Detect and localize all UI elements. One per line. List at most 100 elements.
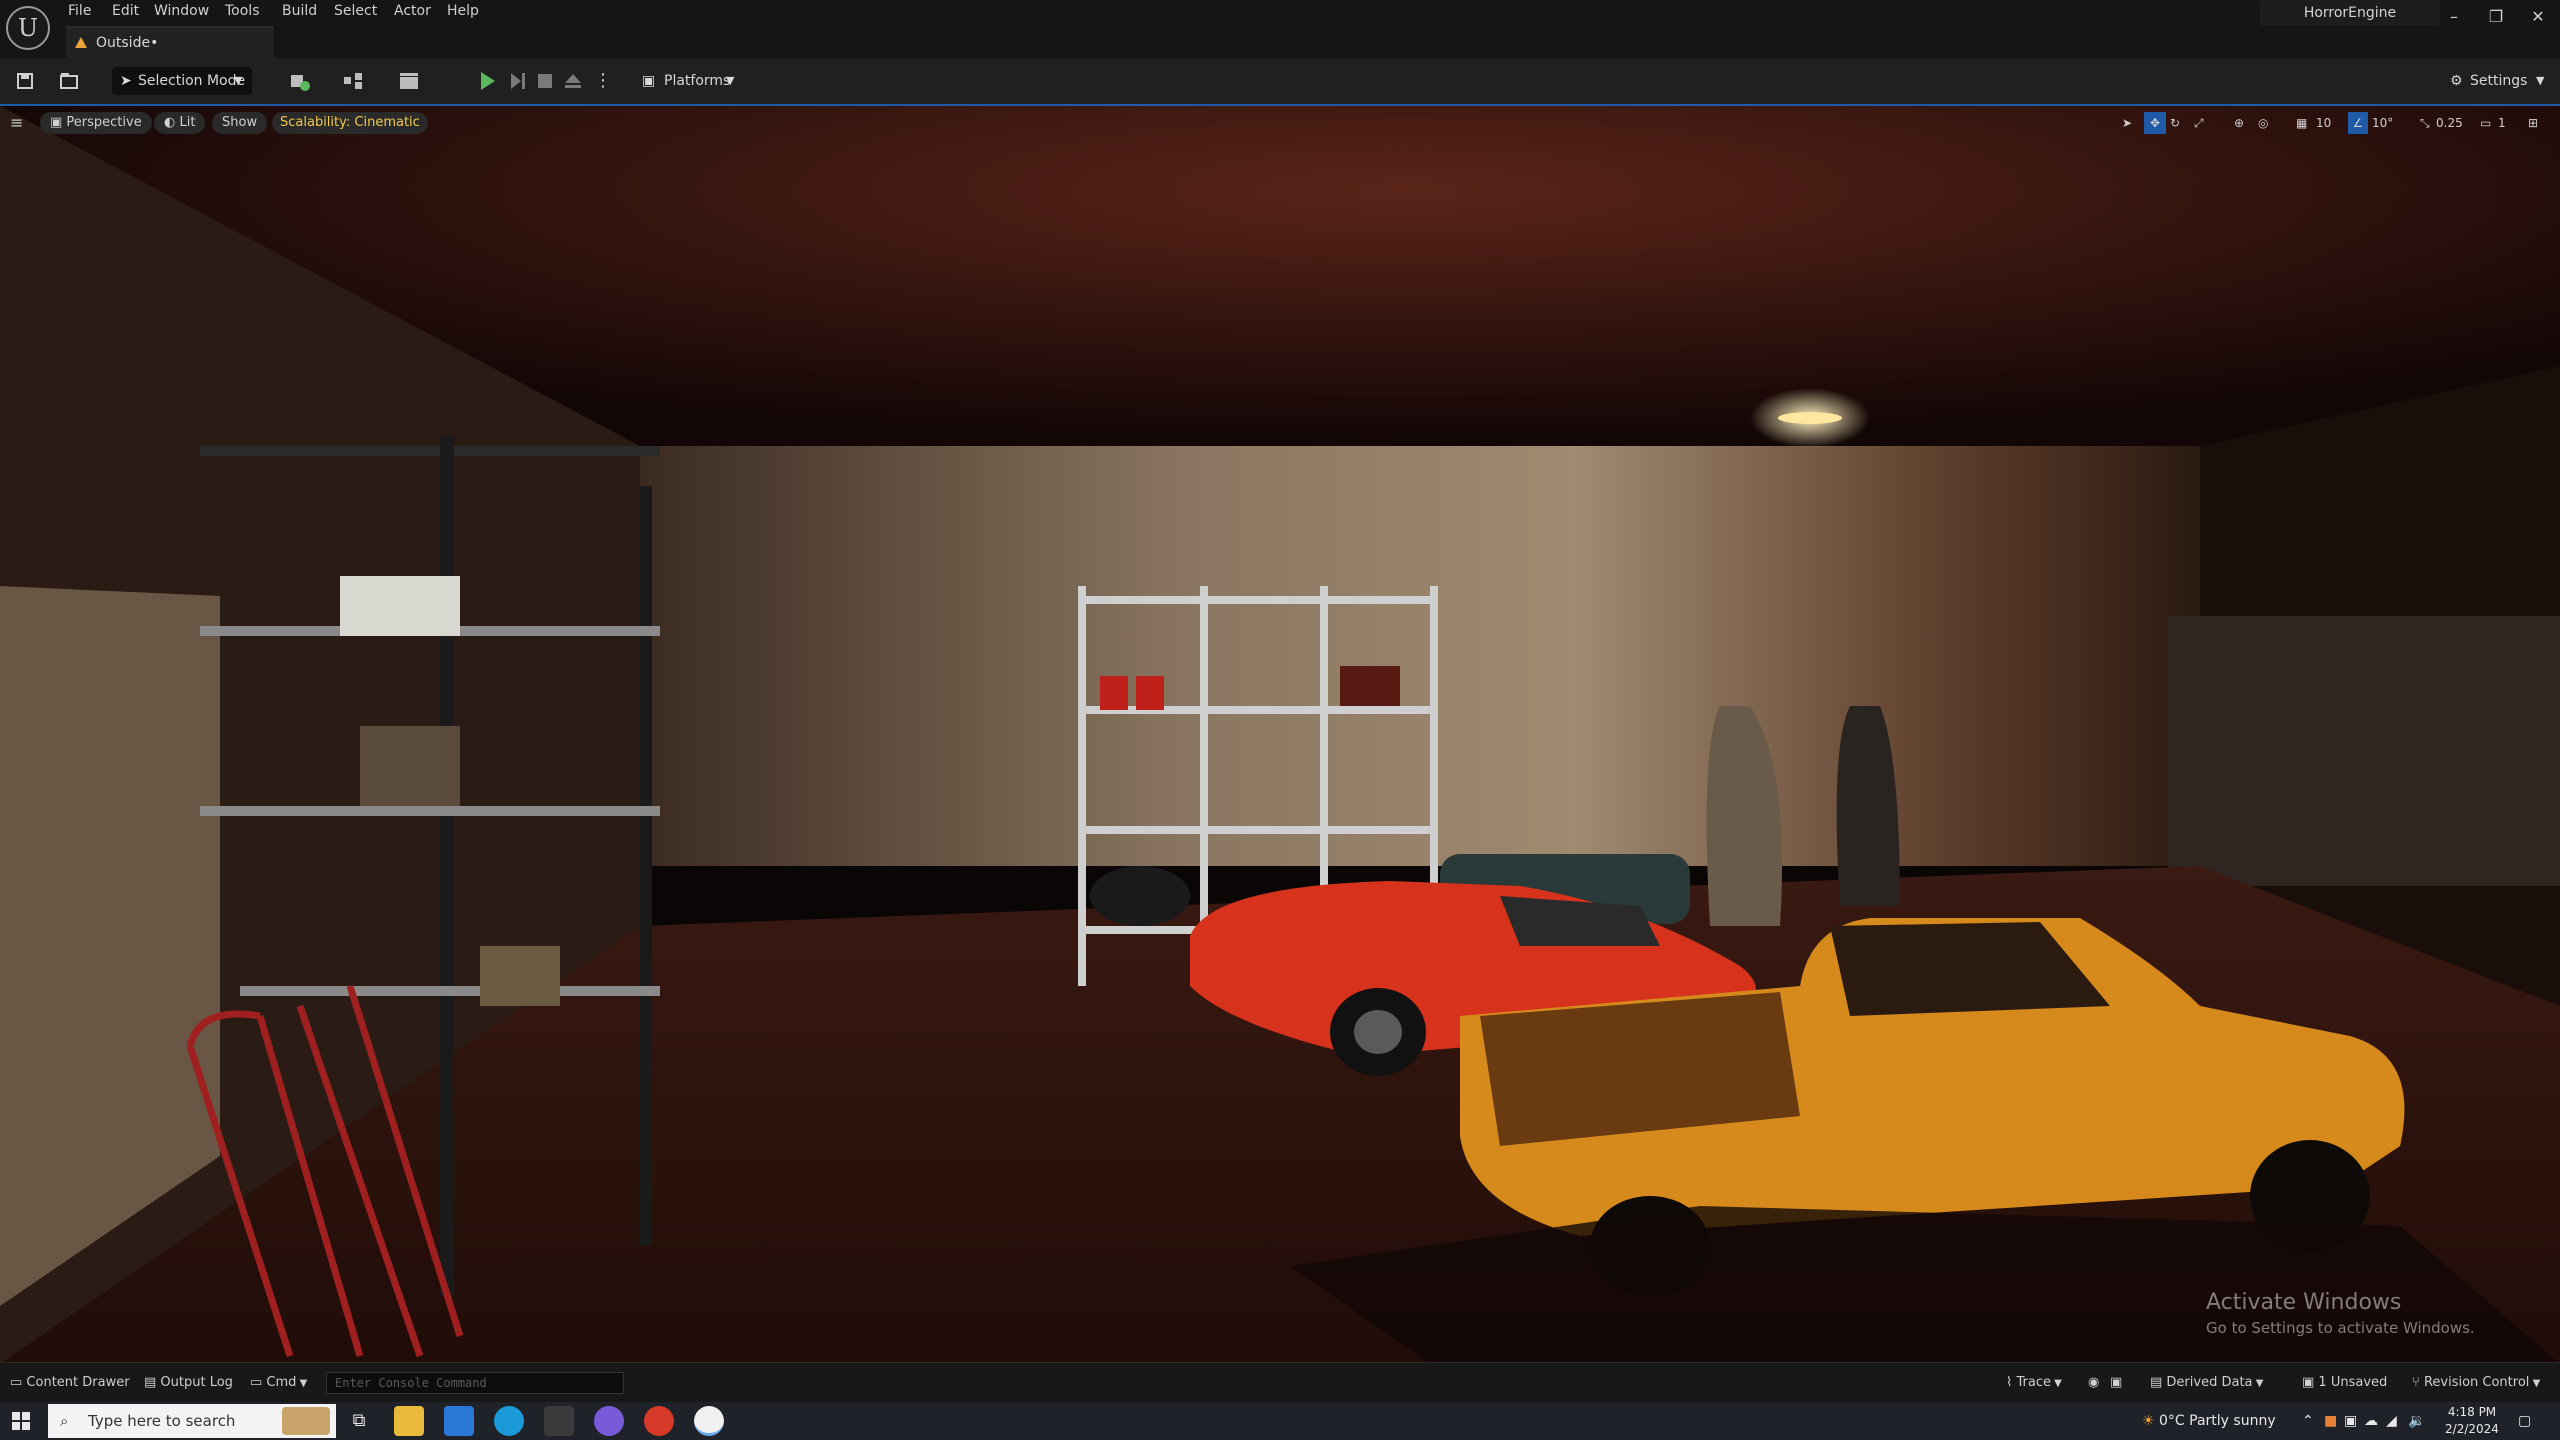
angle-snap-value[interactable]: 10° [2372, 112, 2393, 134]
file-explorer-icon[interactable] [394, 1406, 424, 1436]
viewport-perspective-button[interactable]: ▣ Perspective [40, 112, 152, 134]
trace-dropdown[interactable]: ⌇ Trace ▼ [2006, 1372, 2062, 1394]
unreal-logo-icon[interactable]: U [6, 6, 50, 50]
grid-snap-icon[interactable]: ▦ [2296, 112, 2307, 134]
camera-speed-value[interactable]: 1 [2498, 112, 2506, 134]
grid-snap-value[interactable]: 10 [2316, 112, 2331, 134]
taskbar-search-box[interactable]: ⌕ Type here to search [48, 1404, 336, 1438]
content-drawer-button[interactable]: ▭ Content Drawer [10, 1372, 130, 1394]
scale-tool-icon[interactable]: ⤢ [2194, 112, 2204, 134]
title-bar: U File Edit Window Tools Build Select Ac… [0, 0, 2560, 58]
unsaved-icon: ▣ [2302, 1375, 2319, 1390]
clock-date: 2/2/2024 [2445, 1422, 2499, 1436]
advance-frame-icon[interactable] [504, 68, 530, 94]
onedrive-icon[interactable]: ☁ [2364, 1402, 2378, 1440]
level-viewport[interactable]: ≡ ▣ Perspective ◐ Lit Show Scalability: … [0, 104, 2560, 1362]
output-log-button[interactable]: ▤ Output Log [144, 1372, 233, 1394]
menu-file[interactable]: File [68, 0, 91, 22]
level-tab-outside[interactable]: Outside• [66, 26, 274, 58]
notifications-icon[interactable]: ▢ [2518, 1402, 2531, 1440]
console-command-input[interactable] [326, 1372, 624, 1394]
chrome-icon[interactable] [644, 1406, 674, 1436]
tray-app-icon[interactable]: ■ [2324, 1402, 2337, 1440]
taskbar-clock[interactable]: 4:18 PM 2/2/2024 [2442, 1404, 2502, 1438]
content-browser-icon[interactable] [56, 68, 82, 94]
world-space-icon[interactable]: ⊕ [2234, 112, 2244, 134]
search-icon: ⌕ [60, 1412, 69, 1430]
edge-browser-icon[interactable] [494, 1406, 524, 1436]
angle-snap-icon[interactable]: ∠ [2348, 112, 2368, 134]
chevron-down-icon: ▼ [726, 74, 735, 87]
microsoft-store-icon[interactable] [544, 1406, 574, 1436]
tray-meet-icon[interactable]: ▣ [2344, 1402, 2357, 1440]
revision-control-label: Revision Control [2423, 1375, 2530, 1390]
menu-window[interactable]: Window [154, 0, 209, 22]
task-view-icon[interactable]: ⧉ [344, 1406, 374, 1436]
derived-data-label: Derived Data [2166, 1375, 2253, 1390]
close-icon[interactable]: ✕ [2518, 4, 2558, 30]
weather-label: 0°C Partly sunny [2159, 1413, 2276, 1429]
restore-icon[interactable]: ❐ [2476, 4, 2516, 30]
cmd-icon: ▭ [250, 1375, 267, 1390]
scalability-badge[interactable]: Scalability: Cinematic [272, 112, 428, 134]
derived-data-button[interactable]: ▤ Derived Data ▼ [2150, 1372, 2263, 1394]
chevron-down-icon: ▼ [2252, 1378, 2264, 1389]
content-drawer-icon: ▭ [10, 1375, 27, 1390]
editor-status-bar: ▭ Content Drawer ▤ Output Log ▭ Cmd ▼ ⌇ … [0, 1362, 2560, 1402]
cmd-dropdown[interactable]: ▭ Cmd ▼ [250, 1372, 307, 1394]
discord-icon[interactable] [594, 1406, 624, 1436]
windows-start-icon[interactable] [12, 1412, 30, 1430]
minimize-icon[interactable]: – [2434, 4, 2474, 30]
surface-snap-icon[interactable]: ◎ [2258, 112, 2268, 134]
chevron-down-icon: ▼ [2529, 1378, 2541, 1389]
volume-icon[interactable]: 🔉 [2408, 1402, 2425, 1440]
viewport-show-button[interactable]: Show [212, 112, 268, 134]
save-icon[interactable] [12, 68, 38, 94]
cinematics-icon[interactable] [396, 68, 422, 94]
viewport-lit-button[interactable]: ◐ Lit [154, 112, 206, 134]
menu-select[interactable]: Select [334, 0, 377, 22]
scene-render [0, 106, 2560, 1362]
menu-actor[interactable]: Actor [394, 0, 431, 22]
revision-control-button[interactable]: ⑂ Revision Control ▼ [2412, 1372, 2540, 1394]
mail-icon[interactable] [444, 1406, 474, 1436]
unsaved-button[interactable]: ▣ 1 Unsaved [2302, 1372, 2387, 1394]
viewport-layout-icon[interactable]: ⊞ [2528, 112, 2538, 134]
eject-icon[interactable] [560, 68, 586, 94]
selection-mode-dropdown[interactable]: ➤ Selection Mode ▼ [112, 67, 252, 95]
tray-overflow-icon[interactable]: ⌃ [2302, 1402, 2314, 1440]
settings-dropdown[interactable]: ⚙ Settings ▼ [2450, 67, 2550, 95]
network-icon[interactable]: ◢ [2386, 1402, 2397, 1440]
menu-help[interactable]: Help [447, 0, 479, 22]
level-tab-label: Outside• [96, 35, 159, 51]
derived-data-icon: ▤ [2150, 1375, 2167, 1390]
platforms-dropdown[interactable]: ▣ Platforms ▼ [638, 67, 742, 95]
menu-build[interactable]: Build [282, 0, 317, 22]
trace-label: Trace [2016, 1375, 2051, 1390]
translate-tool-icon[interactable]: ✥ [2144, 112, 2166, 134]
chevron-down-icon: ▼ [2050, 1378, 2062, 1389]
viewport-menu-icon[interactable]: ≡ [10, 112, 32, 134]
select-tool-icon[interactable]: ➤ [2122, 112, 2132, 134]
unreal-engine-taskbar-icon[interactable] [694, 1406, 724, 1436]
play-icon[interactable] [474, 68, 500, 94]
record-icon[interactable]: ◉ [2088, 1372, 2099, 1394]
screenshot-icon[interactable]: ▣ [2110, 1372, 2122, 1394]
more-options-icon[interactable]: ⋮ [594, 68, 612, 94]
unsaved-label: 1 Unsaved [2318, 1375, 2388, 1390]
weather-sun-icon: ☀ [2142, 1413, 2160, 1429]
project-name: HorrorEngine [2260, 0, 2440, 26]
search-highlight-icon [282, 1407, 330, 1435]
blueprint-icon[interactable] [340, 68, 366, 94]
rotate-tool-icon[interactable]: ↻ [2170, 112, 2180, 134]
stop-icon[interactable] [532, 68, 558, 94]
menu-edit[interactable]: Edit [112, 0, 139, 22]
scale-snap-icon[interactable]: ⤡ [2420, 112, 2430, 134]
main-toolbar: ➤ Selection Mode ▼ ⋮ ▣ Platforms ▼ ⚙ Set… [0, 58, 2560, 104]
add-actor-icon[interactable] [286, 68, 312, 94]
weather-widget[interactable]: ☀ 0°C Partly sunny [2142, 1402, 2276, 1440]
menu-tools[interactable]: Tools [225, 0, 260, 22]
camera-speed-icon[interactable]: ▭ [2480, 112, 2491, 134]
cmd-label: Cmd [266, 1375, 297, 1390]
scale-snap-value[interactable]: 0.25 [2436, 112, 2463, 134]
